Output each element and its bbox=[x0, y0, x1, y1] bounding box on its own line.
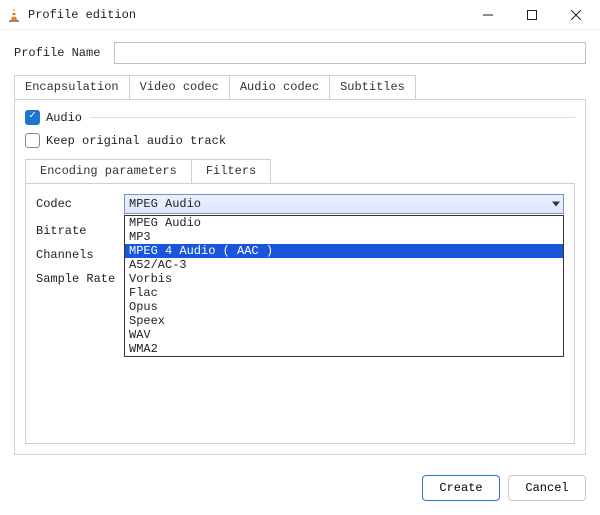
audio-group: Audio bbox=[25, 110, 575, 125]
tab-video-codec[interactable]: Video codec bbox=[129, 75, 229, 100]
tab-audio-codec[interactable]: Audio codec bbox=[229, 75, 329, 100]
profile-edition-dialog: Profile edition Profile Name Encapsulati… bbox=[0, 0, 600, 515]
tab-subtitles[interactable]: Subtitles bbox=[329, 75, 416, 100]
codec-selected-value: MPEG Audio bbox=[129, 197, 201, 211]
codec-option[interactable]: Flac bbox=[125, 286, 563, 300]
audio-enable-checkbox[interactable] bbox=[25, 110, 40, 125]
codec-label: Codec bbox=[36, 197, 124, 211]
keep-original-label: Keep original audio track bbox=[46, 134, 226, 148]
codec-combobox[interactable]: MPEG Audio bbox=[124, 194, 564, 214]
codec-option[interactable]: WMA2 bbox=[125, 342, 563, 356]
audio-codec-panel: Audio Keep original audio track Encoding… bbox=[14, 99, 586, 455]
tab-encoding-parameters[interactable]: Encoding parameters bbox=[25, 159, 191, 184]
encoding-parameters-panel: Codec MPEG Audio Bitrate Channels Sample… bbox=[25, 183, 575, 444]
profile-name-row: Profile Name bbox=[14, 42, 586, 64]
keep-original-checkbox[interactable] bbox=[25, 133, 40, 148]
tab-filters[interactable]: Filters bbox=[191, 159, 271, 184]
sample-rate-label: Sample Rate bbox=[36, 272, 124, 286]
codec-option[interactable]: A52/AC-3 bbox=[125, 258, 563, 272]
codec-option[interactable]: WAV bbox=[125, 328, 563, 342]
codec-option[interactable]: Speex bbox=[125, 314, 563, 328]
maximize-button[interactable] bbox=[510, 1, 554, 29]
codec-option[interactable]: MPEG Audio bbox=[125, 216, 563, 230]
bitrate-label: Bitrate bbox=[36, 224, 124, 238]
channels-label: Channels bbox=[36, 248, 124, 262]
keep-original-row: Keep original audio track bbox=[25, 133, 575, 148]
tab-encapsulation[interactable]: Encapsulation bbox=[14, 75, 129, 100]
close-button[interactable] bbox=[554, 1, 598, 29]
group-separator bbox=[90, 117, 575, 118]
codec-option[interactable]: Vorbis bbox=[125, 272, 563, 286]
create-button[interactable]: Create bbox=[422, 475, 500, 501]
codec-option[interactable]: MP3 bbox=[125, 230, 563, 244]
profile-name-input[interactable] bbox=[114, 42, 586, 64]
codec-dropdown-list[interactable]: MPEG AudioMP3MPEG 4 Audio ( AAC )A52/AC-… bbox=[124, 215, 564, 357]
audio-enable-label: Audio bbox=[46, 111, 82, 125]
chevron-down-icon bbox=[552, 202, 560, 207]
audio-sub-tab-bar: Encoding parameters Filters bbox=[25, 159, 575, 184]
codec-option[interactable]: Opus bbox=[125, 300, 563, 314]
dialog-body: Profile Name Encapsulation Video codec A… bbox=[0, 30, 600, 465]
minimize-button[interactable] bbox=[466, 1, 510, 29]
profile-name-label: Profile Name bbox=[14, 46, 114, 60]
titlebar: Profile edition bbox=[0, 0, 600, 30]
cancel-button[interactable]: Cancel bbox=[508, 475, 586, 501]
vlc-cone-icon bbox=[6, 7, 22, 23]
main-tab-bar: Encapsulation Video codec Audio codec Su… bbox=[14, 75, 586, 100]
codec-option[interactable]: MPEG 4 Audio ( AAC ) bbox=[125, 244, 563, 258]
codec-row: Codec MPEG Audio bbox=[36, 194, 564, 214]
dialog-footer: Create Cancel bbox=[0, 465, 600, 515]
window-title: Profile edition bbox=[28, 8, 136, 22]
